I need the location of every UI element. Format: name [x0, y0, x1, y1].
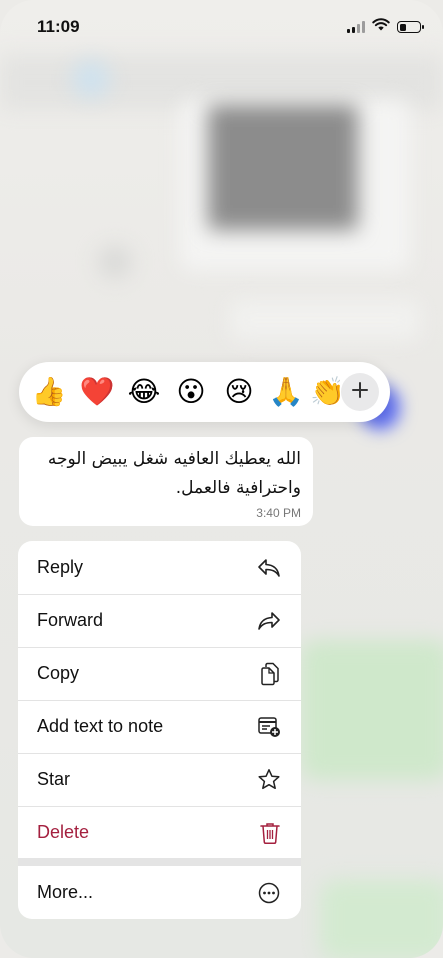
- menu-item-delete[interactable]: Delete: [18, 806, 301, 859]
- signal-icon: [347, 21, 365, 33]
- menu-item-label: Copy: [37, 663, 80, 683]
- plus-icon: [351, 381, 369, 404]
- menu-item-label: Reply: [37, 557, 84, 577]
- menu-item-add-text-to-note[interactable]: Add text to note: [18, 700, 301, 753]
- trash-icon: [259, 821, 281, 845]
- status-icons: [347, 18, 424, 36]
- thumbs-up-reaction[interactable]: 👍: [27, 370, 71, 414]
- more-reactions-button[interactable]: [341, 373, 379, 411]
- surprised-reaction[interactable]: 😮: [169, 370, 213, 414]
- menu-section-divider: [18, 858, 301, 866]
- wifi-icon: [372, 18, 390, 36]
- screen: 11:09 👍 ❤️ 😂 😮 😢 🙏 👏 الله يعطيك العافيه …: [0, 0, 443, 958]
- red-heart-reaction[interactable]: ❤️: [75, 370, 119, 414]
- menu-item-label: Delete: [37, 822, 90, 842]
- message-timestamp: 3:40 PM: [256, 506, 301, 520]
- star-icon: [257, 768, 281, 791]
- crying-reaction[interactable]: 😢: [217, 370, 261, 414]
- menu-item-label: Add text to note: [37, 716, 164, 736]
- clapping-hands-reaction[interactable]: 👏: [310, 370, 340, 414]
- status-time: 11:09: [37, 17, 80, 36]
- blurred-message-bubble: [230, 300, 420, 340]
- forward-icon: [257, 610, 281, 632]
- add-note-icon: [257, 716, 281, 738]
- blurred-avatar: [72, 60, 110, 98]
- menu-item-label: Forward: [37, 610, 104, 630]
- menu-item-star[interactable]: Star: [18, 753, 301, 806]
- blurred-sent-bubble: [300, 640, 443, 780]
- menu-item-forward[interactable]: Forward: [18, 594, 301, 647]
- blurred-sent-bubble: [320, 880, 443, 958]
- menu-item-more[interactable]: More...: [18, 866, 301, 919]
- menu-item-copy[interactable]: Copy: [18, 647, 301, 700]
- reaction-bar: 👍 ❤️ 😂 😮 😢 🙏 👏: [19, 362, 390, 422]
- blurred-icon: [98, 245, 132, 279]
- message-text: الله يعطيك العافيه شغل يبيض الوجه واحترا…: [47, 449, 301, 498]
- more-icon: [257, 881, 281, 905]
- battery-icon: [397, 21, 424, 33]
- menu-item-label: Star: [37, 769, 71, 789]
- reply-icon: [257, 557, 281, 579]
- menu-item-label: More...: [37, 882, 94, 902]
- copy-icon: [259, 662, 281, 686]
- folded-hands-reaction[interactable]: 🙏: [264, 370, 308, 414]
- context-menu: Reply Forward Copy Add text to note Star…: [18, 541, 301, 919]
- tears-of-joy-reaction[interactable]: 😂: [122, 370, 166, 414]
- menu-item-reply[interactable]: Reply: [18, 541, 301, 594]
- message-bubble: الله يعطيك العافيه شغل يبيض الوجه واحترا…: [19, 437, 313, 526]
- blurred-image: [208, 105, 358, 230]
